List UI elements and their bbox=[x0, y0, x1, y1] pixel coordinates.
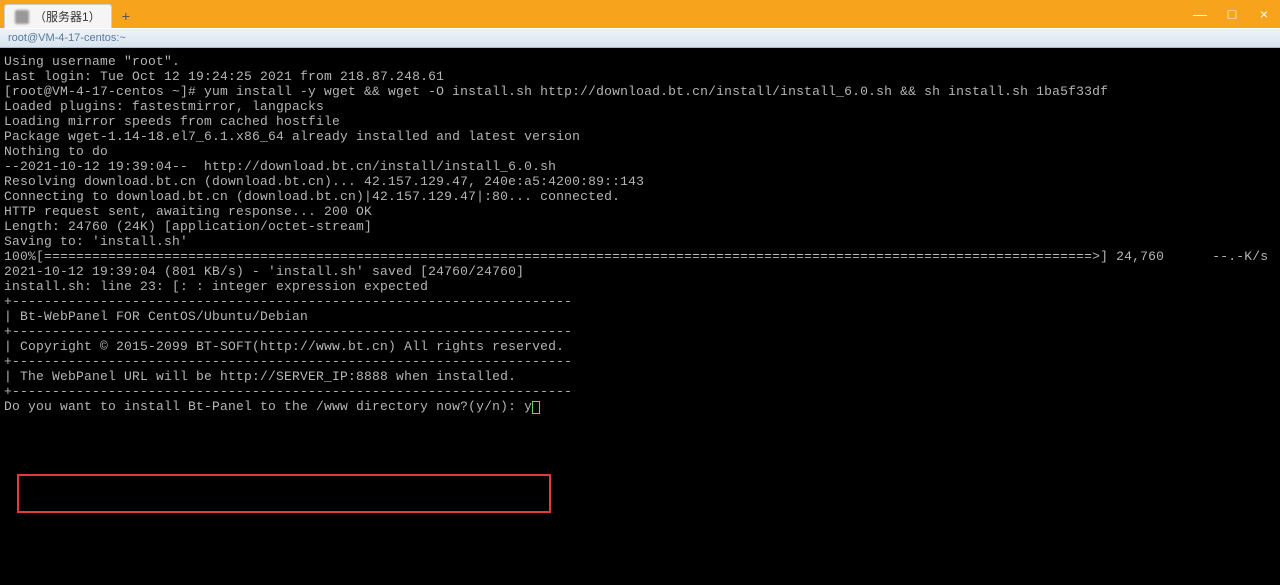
tab-label: （服务器1） bbox=[34, 8, 101, 25]
terminal-line: | Bt-WebPanel FOR CentOS/Ubuntu/Debian bbox=[4, 309, 1276, 324]
new-tab-button[interactable]: + bbox=[114, 4, 138, 28]
terminal-line: +---------------------------------------… bbox=[4, 294, 1276, 309]
session-info-bar: root@VM-4-17-centos:~ bbox=[0, 28, 1280, 48]
minimize-button[interactable]: — bbox=[1188, 4, 1212, 24]
tab-icon bbox=[15, 10, 29, 24]
terminal-line: +---------------------------------------… bbox=[4, 384, 1276, 399]
terminal-line: install.sh: line 23: [: : integer expres… bbox=[4, 279, 1276, 294]
terminal-cursor bbox=[532, 401, 540, 414]
terminal-line: Connecting to download.bt.cn (download.b… bbox=[4, 189, 1276, 204]
terminal-line: 100%[===================================… bbox=[4, 249, 1276, 264]
terminal-line: Last login: Tue Oct 12 19:24:25 2021 fro… bbox=[4, 69, 1276, 84]
terminal-prompt-line: Do you want to install Bt-Panel to the /… bbox=[4, 399, 1276, 414]
terminal-line: HTTP request sent, awaiting response... … bbox=[4, 204, 1276, 219]
terminal-line: | The WebPanel URL will be http://SERVER… bbox=[4, 369, 1276, 384]
terminal-line: Saving to: 'install.sh' bbox=[4, 234, 1276, 249]
terminal-line: --2021-10-12 19:39:04-- http://download.… bbox=[4, 159, 1276, 174]
terminal-line: Loading mirror speeds from cached hostfi… bbox=[4, 114, 1276, 129]
window-controls: — □ × bbox=[1188, 4, 1276, 24]
terminal-line: Loaded plugins: fastestmirror, langpacks bbox=[4, 99, 1276, 114]
close-button[interactable]: × bbox=[1252, 4, 1276, 24]
terminal-line: Resolving download.bt.cn (download.bt.cn… bbox=[4, 174, 1276, 189]
terminal-output[interactable]: Using username "root".Last login: Tue Oc… bbox=[0, 48, 1280, 585]
terminal-line: Using username "root". bbox=[4, 54, 1276, 69]
tabs-bar: （服务器1） + bbox=[0, 0, 1280, 28]
terminal-line: Package wget-1.14-18.el7_6.1.x86_64 alre… bbox=[4, 129, 1276, 144]
terminal-line: Nothing to do bbox=[4, 144, 1276, 159]
terminal-line: 2021-10-12 19:39:04 (801 KB/s) - 'instal… bbox=[4, 264, 1276, 279]
maximize-button[interactable]: □ bbox=[1220, 4, 1244, 24]
tab-server-1[interactable]: （服务器1） bbox=[4, 4, 112, 28]
session-path: root@VM-4-17-centos:~ bbox=[8, 32, 126, 44]
terminal-line: [root@VM-4-17-centos ~]# yum install -y … bbox=[4, 84, 1276, 99]
terminal-line: +---------------------------------------… bbox=[4, 354, 1276, 369]
terminal-line: +---------------------------------------… bbox=[4, 324, 1276, 339]
terminal-line: Length: 24760 (24K) [application/octet-s… bbox=[4, 219, 1276, 234]
terminal-line: | Copyright © 2015-2099 BT-SOFT(http://w… bbox=[4, 339, 1276, 354]
